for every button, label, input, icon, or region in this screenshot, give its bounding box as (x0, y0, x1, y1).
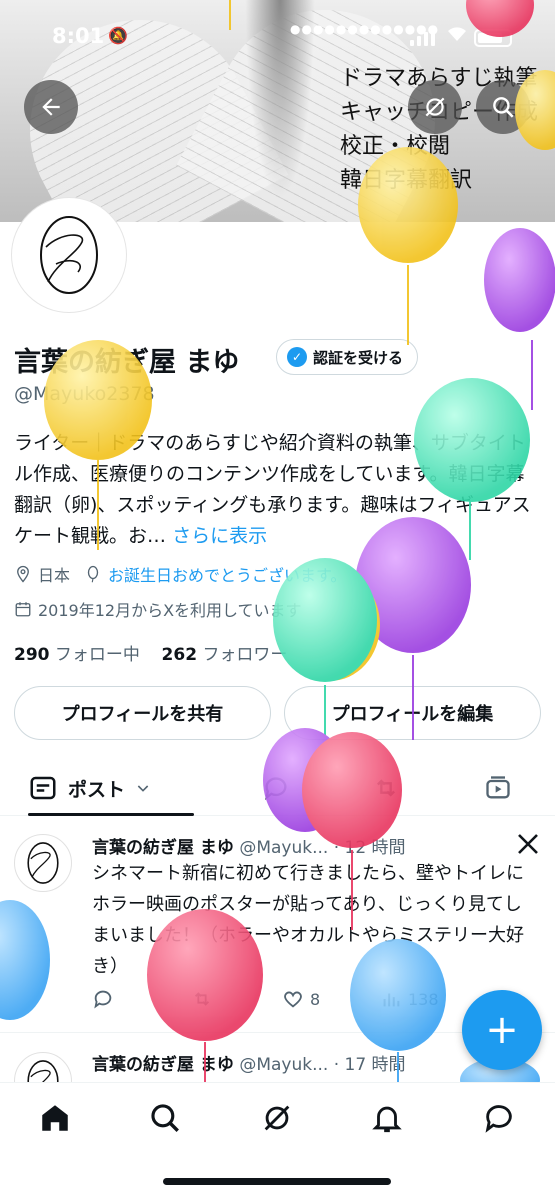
share-profile-button[interactable]: プロフィールを共有 (14, 686, 271, 740)
profile-location: 日本 (38, 566, 71, 585)
balloon-icon (0, 900, 50, 1020)
like-count: 8 (310, 989, 321, 1009)
profile-avatar[interactable] (12, 198, 126, 312)
views-button[interactable]: 138 (380, 988, 470, 1010)
posts-tab-icon (30, 776, 56, 800)
post-header: 言葉の紡ぎ屋 まゆ @Mayuk... · 12 時間 (92, 833, 406, 858)
following-count: 290 (14, 645, 50, 665)
silent-bell-icon: 🔕 (108, 26, 128, 45)
post-avatar[interactable] (14, 834, 72, 892)
verified-badge-icon: ✓ (287, 347, 307, 367)
home-indicator (163, 1178, 391, 1185)
reply-icon (94, 990, 112, 1009)
back-button[interactable] (24, 80, 78, 134)
like-icon (284, 991, 302, 1008)
views-icon (383, 993, 400, 1007)
chevron-down-icon (137, 785, 149, 792)
following-link[interactable]: 290 フォロー中 (14, 645, 140, 665)
profile-name: 言葉の紡ぎ屋 まゆ (14, 347, 240, 378)
wifi-icon (446, 24, 468, 47)
tab-active-indicator (28, 813, 194, 816)
status-time: 8:01 (52, 24, 105, 48)
profile-joined: 2019年12月からXを利用しています (38, 601, 302, 620)
signal-icon (410, 28, 435, 46)
following-label: フォロー中 (54, 645, 140, 665)
status-bar: 8:01 🔕 ●●●●●●●●●●●●● (0, 20, 555, 54)
video-icon[interactable] (484, 774, 512, 802)
bio-text: ライター｜ドラマのあらすじや紹介資料の執筆、サブタイトル作成、医療便りのコンテン… (14, 432, 531, 547)
grok-icon (425, 97, 445, 117)
tab-posts-label: ポスト (68, 778, 126, 801)
post-header: 言葉の紡ぎ屋 まゆ @Mayuk... · 17 時間 (92, 1050, 406, 1075)
tab-posts[interactable]: ポスト (28, 760, 151, 816)
follow-stats: 290 フォロー中 262 フォロワー (14, 640, 287, 665)
grok-icon[interactable] (260, 1101, 294, 1135)
banner-line: 校正・校閲 (340, 134, 451, 159)
post-actions: 8 138 (92, 988, 470, 1010)
search-icon (493, 97, 514, 118)
reply-button[interactable] (92, 988, 190, 1010)
profile-meta-row: 日本 お誕生日おめでとうございます。 (14, 562, 346, 586)
back-arrow-icon (42, 98, 60, 116)
profile-handle: @Mayuko2378 (14, 383, 155, 405)
search-icon[interactable] (148, 1101, 182, 1135)
location-icon (17, 565, 29, 583)
retweet-icon (194, 992, 210, 1006)
search-button[interactable] (476, 80, 530, 134)
get-verified-button[interactable]: ✓ 認証を受ける (276, 339, 419, 375)
balloon-icon (484, 228, 555, 332)
profile-bio: ライター｜ドラマのあらすじや紹介資料の執筆、サブタイトル作成、医療便りのコンテン… (14, 428, 542, 552)
repost-button[interactable] (190, 988, 282, 1010)
followers-label: フォロワー (202, 645, 288, 665)
post-author[interactable]: 言葉の紡ぎ屋 まゆ (92, 1055, 234, 1075)
get-verified-label: 認証を受ける (313, 348, 404, 367)
balloon-icon (87, 565, 99, 583)
post-handle-time: @Mayuk... · 12 時間 (239, 838, 406, 858)
compose-post-button[interactable]: + (462, 990, 542, 1070)
bio-more-link[interactable]: さらに表示 (172, 525, 267, 547)
tab-reposts-icon[interactable] (372, 774, 400, 802)
post-text[interactable]: シネマート新宿に初めて行きましたら、壁やトイレにホラー映画のポスターが貼ってあり… (92, 858, 532, 982)
bell-icon[interactable] (370, 1101, 404, 1135)
post-handle-time: @Mayuk... · 17 時間 (239, 1055, 406, 1075)
birthday-link[interactable]: お誕生日おめでとうございます。 (108, 562, 346, 586)
x-logo-icon[interactable] (516, 832, 540, 856)
views-count: 138 (408, 989, 439, 1009)
home-icon[interactable] (38, 1101, 72, 1135)
calendar-icon (15, 602, 31, 617)
messages-icon[interactable] (482, 1101, 516, 1135)
signature-logo-icon (40, 216, 98, 294)
edit-profile-button[interactable]: プロフィールを編集 (284, 686, 541, 740)
followers-link[interactable]: 262 フォロワー (162, 645, 288, 665)
followers-count: 262 (161, 645, 198, 665)
grok-button[interactable] (408, 80, 462, 134)
like-button[interactable]: 8 (282, 988, 380, 1010)
battery-icon (474, 29, 512, 47)
profile-tabs: ポスト (0, 760, 555, 816)
signature-logo-icon (27, 842, 59, 884)
tab-replies-icon[interactable] (262, 774, 290, 802)
banner-line: 韓日字幕翻訳 (340, 168, 473, 193)
post-author[interactable]: 言葉の紡ぎ屋 まゆ (92, 838, 234, 858)
profile-joined-row: 2019年12月からXを利用しています (14, 597, 302, 621)
